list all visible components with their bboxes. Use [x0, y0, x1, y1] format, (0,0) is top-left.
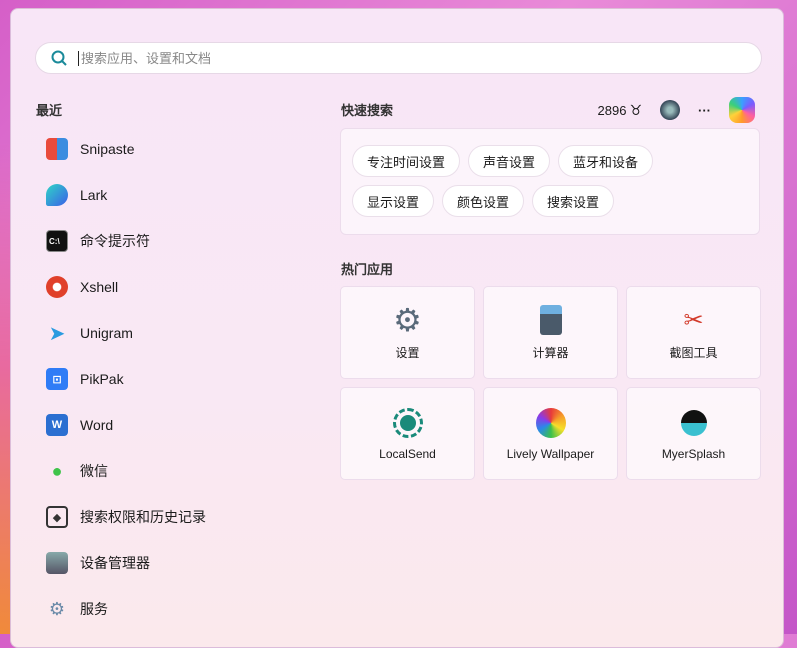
chip-focus-settings[interactable]: 专注时间设置 [352, 145, 461, 177]
copilot-icon[interactable] [729, 97, 755, 123]
chip-sound-settings[interactable]: 声音设置 [468, 145, 551, 177]
device-manager-icon [46, 552, 68, 574]
app-tile-settings[interactable]: ⚙ 设置 [340, 286, 475, 379]
recent-item-xshell[interactable]: Xshell [37, 264, 307, 310]
recent-item-unigram[interactable]: ➤ Unigram [37, 310, 307, 356]
app-tile-myersplash[interactable]: MyerSplash [626, 387, 761, 480]
chip-bluetooth-devices[interactable]: 蓝牙和设备 [558, 145, 654, 177]
quick-search-card: 专注时间设置 声音设置 蓝牙和设备 显示设置 颜色设置 搜索设置 [340, 128, 760, 235]
top-apps-grid: ⚙ 设置 计算器 ✂ 截图工具 LocalSend Lively Wallpaper… [340, 286, 761, 480]
app-tile-snipping-tool[interactable]: ✂ 截图工具 [626, 286, 761, 379]
services-icon: ⚙ [48, 598, 66, 619]
rewards-icon: ♉ [629, 101, 642, 118]
cmd-icon: C:\ [46, 230, 68, 252]
recent-item-pikpak[interactable]: ⊡ PikPak [37, 356, 307, 402]
recent-item-search-permissions[interactable]: ◆ 搜索权限和历史记录 [37, 494, 307, 540]
recent-item-device-manager[interactable]: 设备管理器 [37, 540, 307, 586]
chip-display-settings[interactable]: 显示设置 [352, 185, 435, 217]
recent-item-wechat[interactable]: ● 微信 [37, 448, 307, 494]
top-apps-heading: 热门应用 [341, 262, 394, 277]
chip-color-settings[interactable]: 颜色设置 [442, 185, 525, 217]
header-actions: 2896 ♉ ··· [598, 97, 755, 123]
snipaste-icon [46, 138, 68, 160]
recent-item-word[interactable]: W Word [37, 402, 307, 448]
search-box[interactable] [35, 42, 762, 74]
rewards-points[interactable]: 2896 ♉ [598, 102, 642, 119]
more-options-button[interactable]: ··· [698, 103, 711, 118]
search-permissions-icon: ◆ [46, 506, 68, 528]
word-icon: W [46, 414, 68, 436]
recent-item-lark[interactable]: Lark [37, 172, 307, 218]
calculator-icon [535, 304, 567, 336]
unigram-icon: ➤ [48, 322, 66, 345]
chip-search-settings[interactable]: 搜索设置 [532, 185, 615, 217]
app-tile-localsend[interactable]: LocalSend [340, 387, 475, 480]
recent-item-snipaste[interactable]: Snipaste [37, 126, 307, 172]
app-tile-calculator[interactable]: 计算器 [483, 286, 618, 379]
avatar[interactable] [660, 100, 680, 120]
localsend-icon [392, 407, 424, 439]
recent-item-cmd[interactable]: C:\ 命令提示符 [37, 218, 307, 264]
pikpak-icon: ⊡ [46, 368, 68, 390]
lively-wallpaper-icon [535, 407, 567, 439]
search-input[interactable] [78, 50, 678, 66]
search-icon [51, 50, 67, 66]
recent-heading: 最近 [36, 103, 63, 118]
lark-icon [46, 184, 68, 206]
snipping-tool-icon: ✂ [683, 306, 704, 334]
myersplash-icon [678, 407, 710, 439]
settings-icon: ⚙ [393, 302, 422, 338]
recent-list: Snipaste Lark C:\ 命令提示符 Xshell ➤ Unigram ⊡… [37, 126, 307, 632]
search-panel: 最近 Snipaste Lark C:\命令提示符 Xshell ➤Unigra… [10, 8, 784, 648]
app-tile-lively-wallpaper[interactable]: Lively Wallpaper [483, 387, 618, 480]
xshell-icon [46, 276, 68, 298]
wechat-icon: ● [51, 460, 63, 481]
recent-item-services[interactable]: ⚙ 服务 [37, 586, 307, 632]
quick-search-heading: 快速搜索 [341, 103, 394, 118]
